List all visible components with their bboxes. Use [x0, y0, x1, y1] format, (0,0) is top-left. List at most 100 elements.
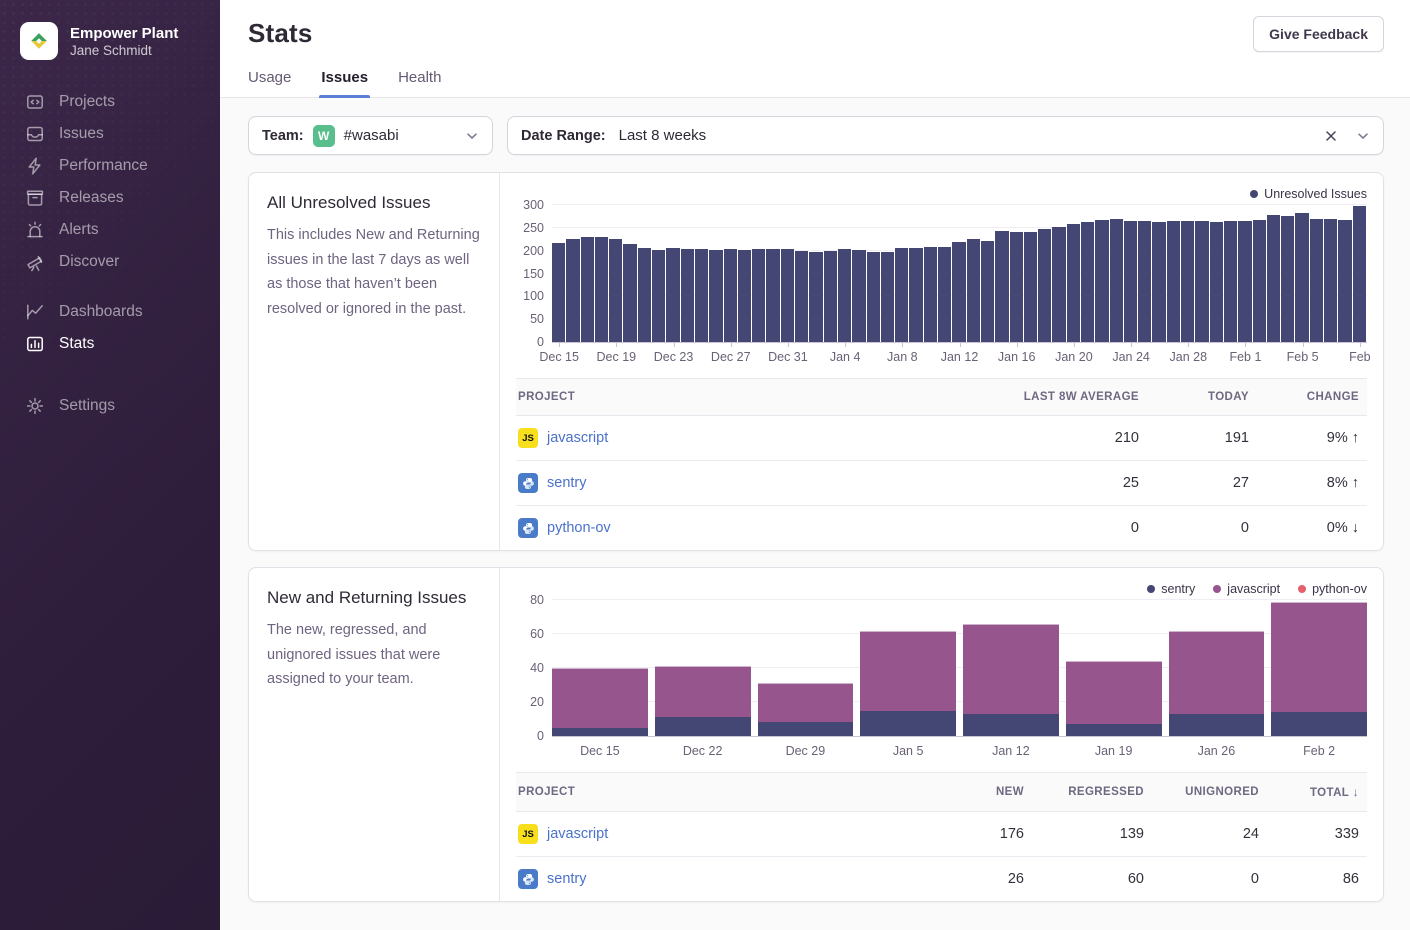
- table-header-project: PROJECT: [516, 379, 977, 416]
- chart-bar: [895, 248, 908, 342]
- chart-plot[interactable]: [552, 205, 1367, 342]
- panel-description: New and Returning Issues The new, regres…: [249, 568, 500, 901]
- sidebar-item-performance[interactable]: Performance: [0, 150, 220, 182]
- project-link-sentry[interactable]: sentry: [547, 475, 587, 491]
- table-cell: 26: [922, 857, 1032, 902]
- sidebar-item-label: Performance: [59, 157, 148, 175]
- chart-bar: [609, 239, 622, 342]
- chart-bar: [1010, 232, 1023, 342]
- change-cell: 9% ↑: [1257, 416, 1367, 461]
- chart-bar: [852, 250, 865, 342]
- sidebar-item-label: Stats: [59, 335, 94, 353]
- chart-bar: [867, 252, 880, 342]
- date-range-label: Date Range:: [521, 128, 606, 144]
- chart-bar: [1024, 232, 1037, 343]
- table-header-project: PROJECT: [516, 773, 922, 812]
- unresolved-issues-table: PROJECTLAST 8W AVERAGETODAYCHANGEJSjavas…: [516, 378, 1367, 550]
- chart-bar: [1224, 221, 1237, 342]
- project-link-sentry[interactable]: sentry: [547, 871, 587, 887]
- dashboards-icon: [25, 302, 45, 322]
- give-feedback-button[interactable]: Give Feedback: [1253, 16, 1384, 52]
- chart-bar: [1281, 216, 1294, 342]
- table-row: sentry25278% ↑: [516, 461, 1367, 506]
- panel-description-text: The new, regressed, and unignored issues…: [267, 618, 481, 692]
- stacked-bar: [1066, 661, 1162, 736]
- page-title: Stats: [248, 18, 1384, 49]
- tab-health[interactable]: Health: [398, 69, 441, 97]
- sidebar-item-dashboards[interactable]: Dashboards: [0, 296, 220, 328]
- chart-bar: [681, 249, 694, 342]
- sidebar-item-stats[interactable]: Stats: [0, 328, 220, 360]
- python-platform-icon: [518, 473, 538, 493]
- date-range-select[interactable]: Date Range: Last 8 weeks: [507, 116, 1384, 155]
- new-returning-issues-chart[interactable]: sentryjavascriptpython-ov020406080Dec 15…: [516, 580, 1367, 762]
- table-cell: 25: [977, 461, 1147, 506]
- legend-item[interactable]: python-ov: [1298, 582, 1367, 596]
- stacked-bar: [963, 624, 1059, 736]
- new-returning-issues-table: PROJECTNEWREGRESSEDUNIGNOREDTOTAL ↓JSjav…: [516, 772, 1367, 901]
- alerts-icon: [25, 220, 45, 240]
- chart-bar: [566, 239, 579, 342]
- sidebar-item-label: Issues: [59, 125, 104, 143]
- javascript-platform-icon: JS: [518, 824, 538, 844]
- stacked-bar: [860, 631, 956, 736]
- legend-dot-icon: [1213, 585, 1221, 593]
- project-link-python-ov[interactable]: python-ov: [547, 520, 611, 536]
- discover-icon: [25, 252, 45, 272]
- sidebar-item-projects[interactable]: Projects: [0, 86, 220, 118]
- org-name: Empower Plant: [70, 24, 178, 44]
- chart-bar: [1095, 220, 1108, 342]
- table-cell: 210: [977, 416, 1147, 461]
- python-platform-icon: [518, 869, 538, 889]
- unresolved-issues-chart[interactable]: Unresolved Issues050100150200250300Dec 1…: [516, 185, 1367, 368]
- chart-bar: [881, 252, 894, 342]
- chart-bar: [838, 249, 851, 342]
- panel-description-text: This includes New and Returning issues i…: [267, 223, 481, 322]
- sidebar-item-label: Discover: [59, 253, 119, 271]
- sidebar-item-alerts[interactable]: Alerts: [0, 214, 220, 246]
- table-header-new: NEW: [922, 773, 1032, 812]
- panel-new-returning-issues: New and Returning Issues The new, regres…: [248, 567, 1384, 902]
- table-header-total[interactable]: TOTAL ↓: [1267, 773, 1367, 812]
- tab-usage[interactable]: Usage: [248, 69, 291, 97]
- stacked-bar: [1169, 631, 1265, 736]
- sort-desc-icon: ↓: [1353, 785, 1359, 799]
- tab-issues[interactable]: Issues: [321, 69, 368, 97]
- sidebar-item-issues[interactable]: Issues: [0, 118, 220, 150]
- chart-bar: [738, 250, 751, 342]
- chart-bar: [1138, 221, 1151, 342]
- chart-bar: [666, 248, 679, 342]
- x-axis: Dec 15Dec 22Dec 29Jan 5Jan 12Jan 19Jan 2…: [552, 736, 1367, 762]
- org-switcher[interactable]: Empower Plant Jane Schmidt: [0, 0, 220, 86]
- chart-plot[interactable]: [552, 600, 1367, 736]
- chart-bar: [981, 241, 994, 342]
- clear-date-icon[interactable]: [1321, 126, 1341, 146]
- chart-legend: Unresolved Issues: [516, 185, 1367, 203]
- chart-bar: [623, 244, 636, 342]
- legend-item[interactable]: sentry: [1147, 582, 1195, 596]
- sidebar-item-label: Alerts: [59, 221, 99, 239]
- sidebar-item-discover[interactable]: Discover: [0, 246, 220, 278]
- table-row: python-ov000% ↓: [516, 506, 1367, 551]
- sidebar-item-settings[interactable]: Settings: [0, 390, 220, 422]
- table-header-today: TODAY: [1147, 379, 1257, 416]
- chart-bar: [795, 251, 808, 342]
- legend-item[interactable]: javascript: [1213, 582, 1280, 596]
- table-cell: 176: [922, 812, 1032, 857]
- python-platform-icon: [518, 518, 538, 538]
- chart-bar: [1110, 219, 1123, 342]
- x-axis: Dec 15Dec 19Dec 23Dec 27Dec 31Jan 4Jan 8…: [552, 342, 1367, 368]
- chart-bar: [995, 231, 1008, 342]
- panel-description: All Unresolved Issues This includes New …: [249, 173, 500, 550]
- chart-bar: [1124, 221, 1137, 342]
- stacked-bar: [552, 668, 648, 736]
- releases-icon: [25, 188, 45, 208]
- project-link-javascript[interactable]: javascript: [547, 430, 608, 446]
- team-select[interactable]: Team: W #wasabi: [248, 116, 493, 155]
- panel-all-unresolved-issues: All Unresolved Issues This includes New …: [248, 172, 1384, 551]
- stacked-bar: [1271, 602, 1367, 736]
- project-link-javascript[interactable]: javascript: [547, 826, 608, 842]
- chart-bar: [709, 250, 722, 342]
- legend-item[interactable]: Unresolved Issues: [1250, 187, 1367, 201]
- sidebar-item-releases[interactable]: Releases: [0, 182, 220, 214]
